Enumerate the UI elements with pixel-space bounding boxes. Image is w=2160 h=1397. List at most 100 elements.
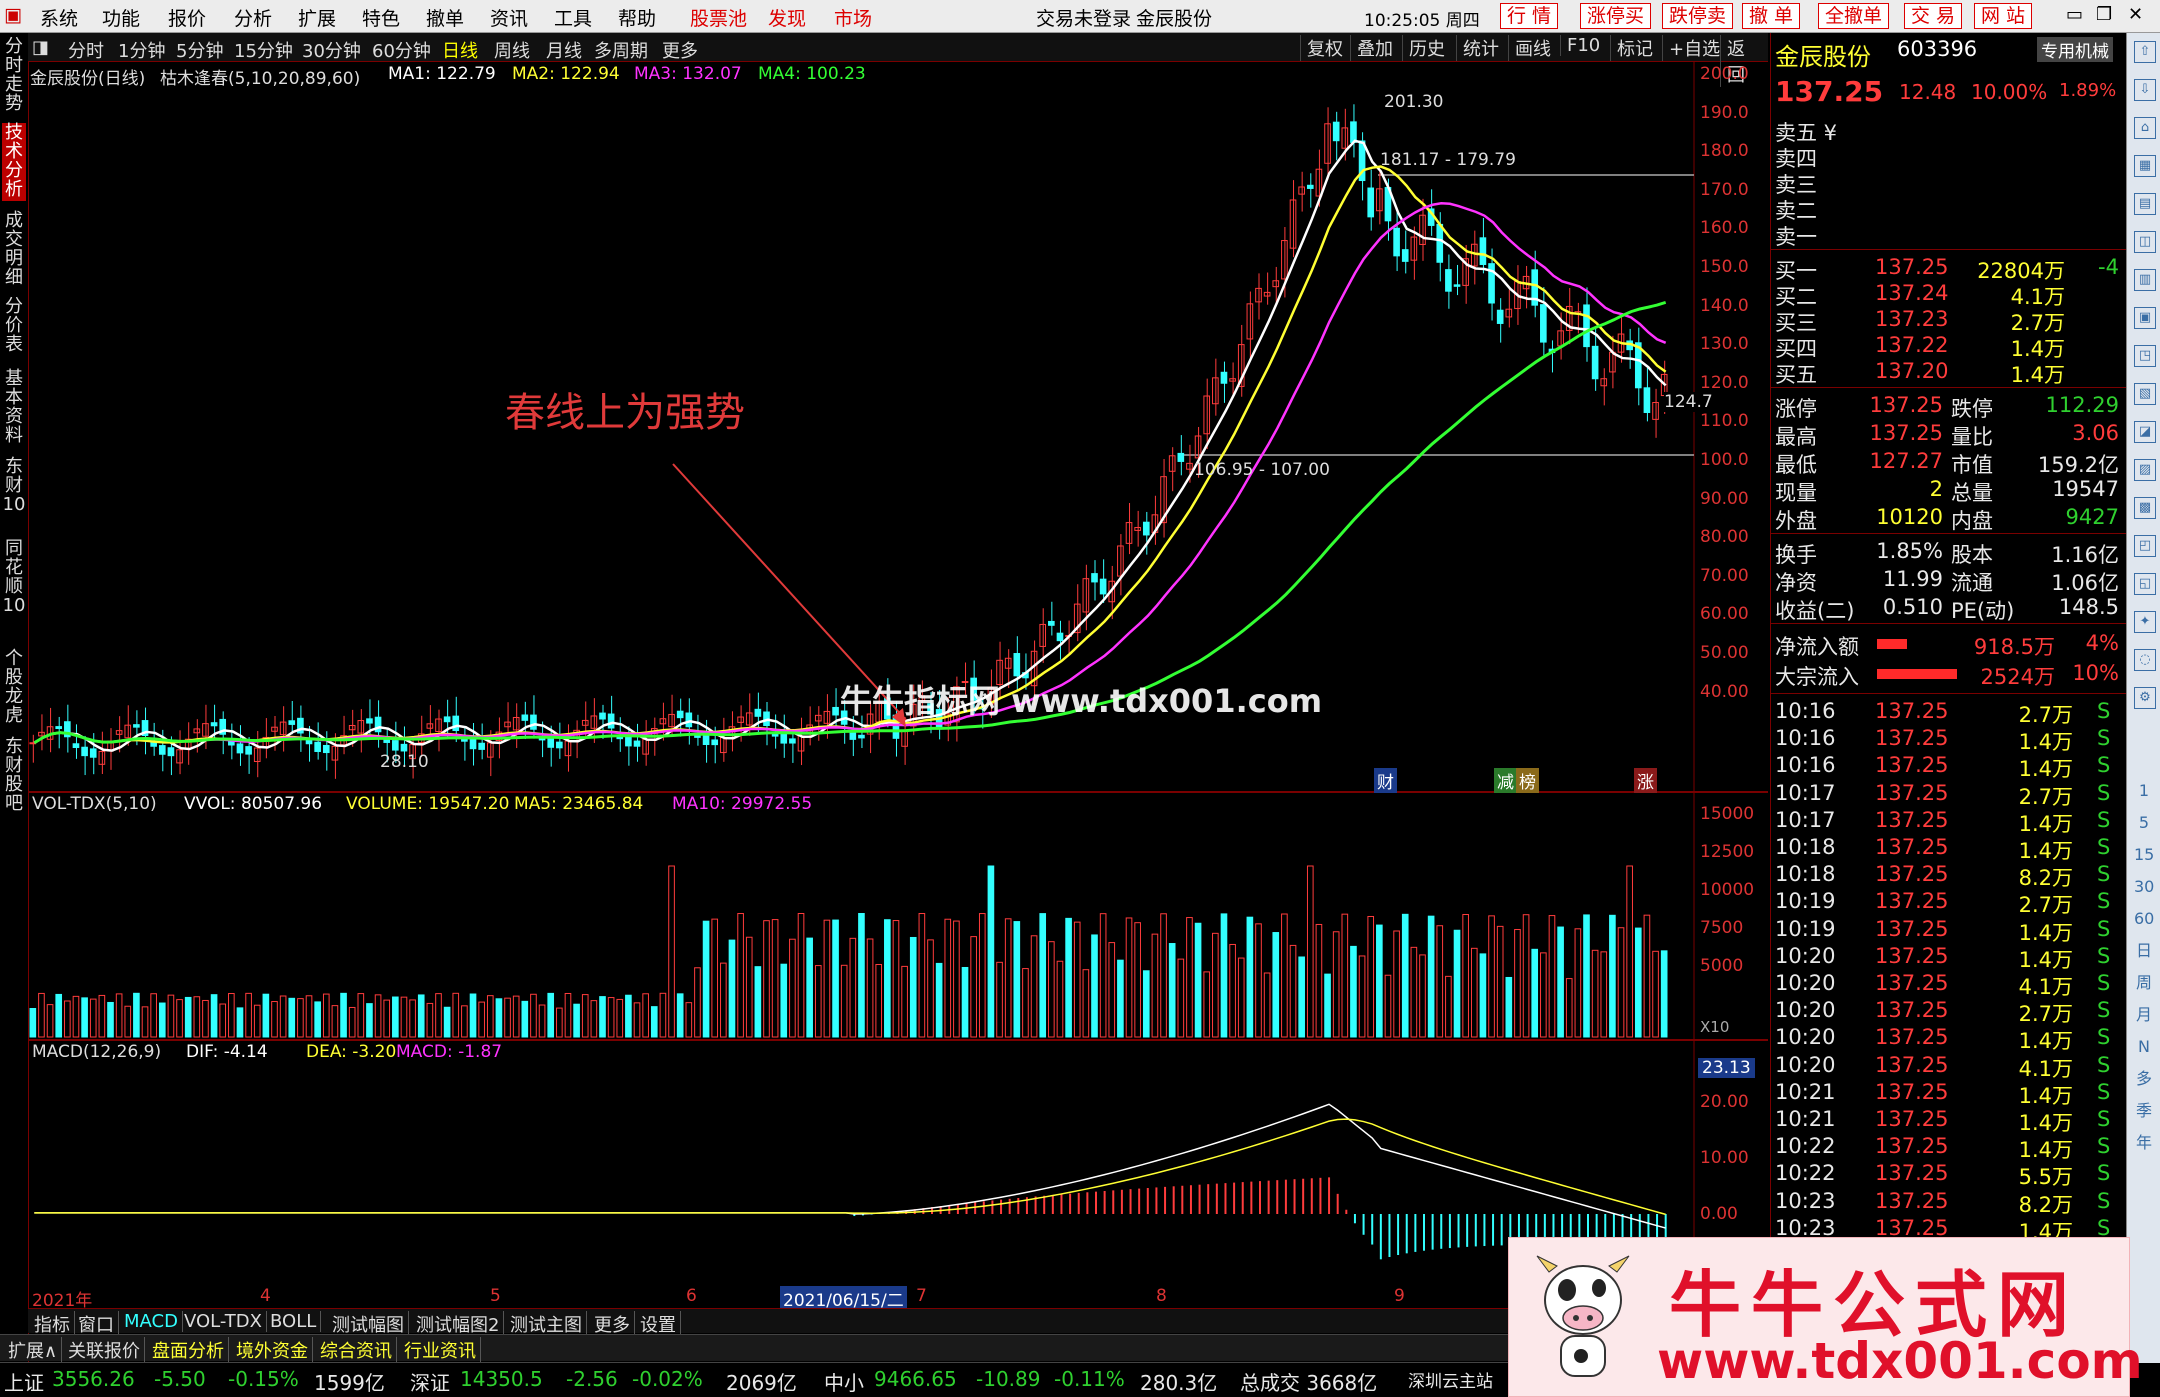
- btab-boll[interactable]: BOLL: [266, 1311, 322, 1332]
- tab-ths[interactable]: 同花顺10: [2, 539, 26, 639]
- menu-system[interactable]: 系统: [40, 4, 78, 31]
- event-marker-reduce[interactable]: 减: [1494, 768, 1517, 793]
- stat-row[interactable]: 最高 137.25 量比 3.06: [1775, 421, 2121, 449]
- buy-row[interactable]: 买一 137.25 22804万 -4: [1775, 255, 2121, 283]
- tick-row[interactable]: 10:21 137.25 1.4万 S: [1775, 1080, 2121, 1108]
- index-sz-name[interactable]: 深证: [410, 1367, 450, 1396]
- tab-forum[interactable]: 东财股吧: [2, 737, 26, 815]
- menu-function[interactable]: 功能: [102, 4, 140, 31]
- tick-row[interactable]: 10:20 137.25 1.4万 S: [1775, 944, 2121, 972]
- btab-macd[interactable]: MACD: [120, 1311, 183, 1332]
- menu-stock-pool[interactable]: 股票池: [690, 4, 747, 31]
- btn-limit-down-sell[interactable]: 跌停卖: [1662, 3, 1734, 29]
- sell-row[interactable]: 卖一: [1775, 221, 2121, 249]
- side-tool-icon[interactable]: ⌂: [2134, 117, 2156, 139]
- btn-adjust[interactable]: 复权: [1300, 35, 1349, 61]
- tab-price-table[interactable]: 分价表: [2, 297, 26, 357]
- side-period-多[interactable]: 多: [2134, 1069, 2154, 1089]
- side-tool-icon[interactable]: ▤: [2134, 193, 2156, 215]
- kline-chart-area[interactable]: 金辰股份(日线) 枯木逢春(5,10,20,89,60) MA1: 122.79…: [28, 62, 1768, 1311]
- side-tool-icon[interactable]: ⚙: [2134, 687, 2156, 709]
- buy-row[interactable]: 买三 137.23 2.7万: [1775, 307, 2121, 335]
- period-monthly[interactable]: 月线: [546, 37, 582, 63]
- itab-foreign-capital[interactable]: 境外资金: [232, 1337, 313, 1363]
- side-tool-icon[interactable]: ▥: [2134, 269, 2156, 291]
- side-tool-icon[interactable]: ▦: [2134, 155, 2156, 177]
- itab-related[interactable]: 关联报价: [64, 1337, 145, 1363]
- btn-limit-up-buy[interactable]: 涨停买: [1580, 3, 1652, 29]
- btn-trade[interactable]: 交 易: [1904, 3, 1963, 29]
- menu-quote[interactable]: 报价: [168, 4, 206, 31]
- itab-industry[interactable]: 行业资讯: [400, 1337, 481, 1363]
- side-period-60[interactable]: 60: [2134, 909, 2154, 929]
- side-tool-icon[interactable]: ◪: [2134, 421, 2156, 443]
- tick-row[interactable]: 10:16 137.25 2.7万 S: [1775, 699, 2121, 727]
- period-30min[interactable]: 30分钟: [302, 37, 361, 63]
- side-period-15[interactable]: 15: [2134, 845, 2154, 865]
- side-tool-icon[interactable]: ◱: [2134, 573, 2156, 595]
- btn-cancel-all[interactable]: 全撤单: [1818, 3, 1890, 29]
- tab-technical[interactable]: 技术分析: [2, 123, 26, 201]
- tab-trade-detail[interactable]: 成交明细: [2, 211, 26, 289]
- tick-row[interactable]: 10:20 137.25 4.1万 S: [1775, 1053, 2121, 1081]
- restore-icon[interactable]: ❐: [2096, 4, 2112, 25]
- btn-add-watch[interactable]: +自选: [1662, 35, 1726, 61]
- btn-cancel[interactable]: 撤 单: [1742, 3, 1801, 29]
- tick-row[interactable]: 10:18 137.25 8.2万 S: [1775, 862, 2121, 890]
- stat-row[interactable]: 外盘 10120 内盘 9427: [1775, 505, 2121, 533]
- side-tool-icon[interactable]: ◰: [2134, 535, 2156, 557]
- menu-cancel-order[interactable]: 撤单: [426, 4, 464, 31]
- server-name[interactable]: 深圳云主站: [1408, 1367, 1493, 1392]
- period-weekly[interactable]: 周线: [494, 37, 530, 63]
- menu-extend[interactable]: 扩展: [298, 4, 336, 31]
- event-marker-rise[interactable]: 涨: [1634, 768, 1657, 793]
- tab-dragon-tiger[interactable]: 个股龙虎: [2, 649, 26, 727]
- period-intraday[interactable]: 分时: [68, 37, 104, 63]
- tick-row[interactable]: 10:17 137.25 1.4万 S: [1775, 808, 2121, 836]
- indicator-name[interactable]: 枯木逢春(5,10,20,89,60): [160, 64, 360, 89]
- tab-eastmoney[interactable]: 东财10: [2, 457, 26, 529]
- macd-indicator-label[interactable]: MACD(12,26,9): [32, 1042, 161, 1062]
- side-period-周[interactable]: 周: [2134, 973, 2154, 993]
- tick-row[interactable]: 10:22 137.25 1.4万 S: [1775, 1134, 2121, 1162]
- panel-toggle-icon[interactable]: ◨: [32, 37, 49, 58]
- tab-profile[interactable]: 基本资料: [2, 369, 26, 447]
- side-tool-icon[interactable]: ◌: [2134, 649, 2156, 671]
- btn-f10[interactable]: F10: [1560, 35, 1606, 56]
- side-tool-icon[interactable]: ▣: [2134, 307, 2156, 329]
- buy-row[interactable]: 买五 137.20 1.4万: [1775, 359, 2121, 387]
- tab-intraday[interactable]: 分时走势: [2, 37, 26, 115]
- btn-history[interactable]: 历史: [1402, 35, 1451, 61]
- tick-row[interactable]: 10:20 137.25 2.7万 S: [1775, 998, 2121, 1026]
- side-tool-icon[interactable]: ▨: [2134, 459, 2156, 481]
- index-sh-name[interactable]: 上证: [4, 1367, 44, 1396]
- side-tool-icon[interactable]: ⇧: [2134, 41, 2156, 63]
- btn-draw[interactable]: 画线: [1508, 35, 1557, 61]
- sell-row[interactable]: 卖五 ¥: [1775, 117, 2121, 145]
- side-period-日[interactable]: 日: [2134, 941, 2154, 961]
- period-multi[interactable]: 多周期: [594, 37, 648, 63]
- buy-row[interactable]: 买四 137.22 1.4万: [1775, 333, 2121, 361]
- event-marker-list[interactable]: 榜: [1516, 768, 1539, 793]
- stat-row[interactable]: 收益(二) 0.510 PE(动) 148.5: [1775, 595, 2121, 623]
- vol-indicator-label[interactable]: VOL-TDX(5,10): [32, 794, 157, 814]
- close-icon[interactable]: ✕: [2128, 4, 2143, 25]
- btab-vol[interactable]: VOL-TDX: [180, 1311, 267, 1332]
- tick-row[interactable]: 10:16 137.25 1.4万 S: [1775, 726, 2121, 754]
- tick-row[interactable]: 10:20 137.25 1.4万 S: [1775, 1025, 2121, 1053]
- period-15min[interactable]: 15分钟: [234, 37, 293, 63]
- side-period-年[interactable]: 年: [2134, 1133, 2154, 1153]
- stat-row[interactable]: 最低 127.27 市值 159.2亿: [1775, 449, 2121, 477]
- itab-extend[interactable]: 扩展∧: [4, 1337, 63, 1363]
- menu-analysis[interactable]: 分析: [234, 4, 272, 31]
- itab-market-analysis[interactable]: 盘面分析: [148, 1337, 229, 1363]
- flow-row[interactable]: 净流入额 918.5万 4%: [1775, 631, 2121, 659]
- btn-website[interactable]: 网 站: [1974, 3, 2033, 29]
- tick-row[interactable]: 10:20 137.25 4.1万 S: [1775, 971, 2121, 999]
- menu-news[interactable]: 资讯: [490, 4, 528, 31]
- itab-news[interactable]: 综合资讯: [316, 1337, 397, 1363]
- tick-row[interactable]: 10:23 137.25 8.2万 S: [1775, 1189, 2121, 1217]
- period-5min[interactable]: 5分钟: [176, 37, 223, 63]
- period-1min[interactable]: 1分钟: [118, 37, 165, 63]
- side-period-季[interactable]: 季: [2134, 1101, 2154, 1121]
